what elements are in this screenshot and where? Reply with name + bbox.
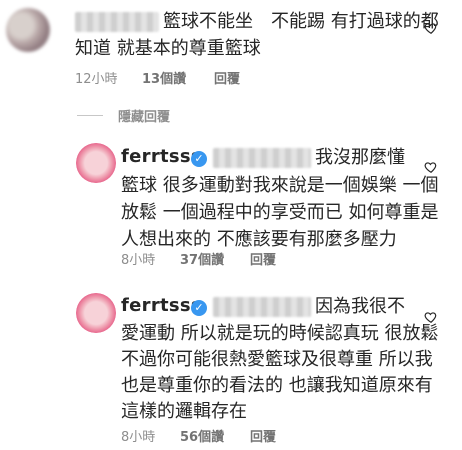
reply-button[interactable]: 回覆 xyxy=(250,249,276,268)
heart-icon[interactable] xyxy=(424,310,438,324)
likes-label: 56個讚 xyxy=(180,430,225,445)
username[interactable]: ferrtsss xyxy=(121,146,202,167)
reply-text-line1: 因為我很不 xyxy=(315,296,405,317)
reply-text-line3: 不過你可能很熱愛籃球及很尊重 所以我 xyxy=(121,349,433,370)
mention-redacted[interactable] xyxy=(213,148,311,168)
reply-button[interactable]: 回覆 xyxy=(214,68,240,87)
comment-time: 12小時 xyxy=(75,72,118,87)
username[interactable]: ferrtsss xyxy=(121,295,202,316)
comment-text: 籃球不能坐 不能踢 有打過球的都 xyxy=(163,11,439,32)
avatar[interactable] xyxy=(76,143,116,183)
avatar[interactable] xyxy=(6,8,50,52)
heart-icon[interactable] xyxy=(424,160,438,174)
hide-replies-button[interactable]: 隱藏回覆 xyxy=(118,106,170,125)
heart-icon[interactable] xyxy=(424,21,438,35)
reply-text-line2: 愛運動 所以就是玩的時候認真玩 很放鬆 xyxy=(121,323,439,344)
reply-text-line1: 我沒那麼懂 xyxy=(315,147,405,168)
likes-label: 13個讚 xyxy=(142,72,187,87)
hide-replies-line xyxy=(77,115,103,116)
reply-text-line3: 放鬆 一個過程中的享受而已 如何尊重是 xyxy=(121,202,439,223)
avatar[interactable] xyxy=(76,293,116,333)
reply-time: 8小時 xyxy=(121,253,156,268)
reply-text-line5: 這樣的邏輯存在 xyxy=(121,401,247,422)
reply-text-line4: 也是尊重你的看法的 也讓我知道原來有 xyxy=(121,375,433,396)
likes-count[interactable]: 13個讚 xyxy=(142,68,186,87)
likes-count[interactable]: 56個讚 xyxy=(180,426,224,445)
reply-text-line2: 籃球 很多運動對我來說是一個娛樂 一個 xyxy=(121,175,439,196)
comment-text-line2: 知道 就基本的尊重籃球 xyxy=(75,38,261,59)
username-redacted[interactable] xyxy=(75,12,159,32)
reply-button[interactable]: 回覆 xyxy=(250,426,276,445)
mention-redacted[interactable] xyxy=(213,297,311,317)
reply-time: 8小時 xyxy=(121,430,156,445)
verified-badge-icon: ✓ xyxy=(191,300,207,316)
likes-label: 37個讚 xyxy=(180,253,225,268)
verified-badge-icon: ✓ xyxy=(191,151,207,167)
likes-count[interactable]: 37個讚 xyxy=(180,249,224,268)
